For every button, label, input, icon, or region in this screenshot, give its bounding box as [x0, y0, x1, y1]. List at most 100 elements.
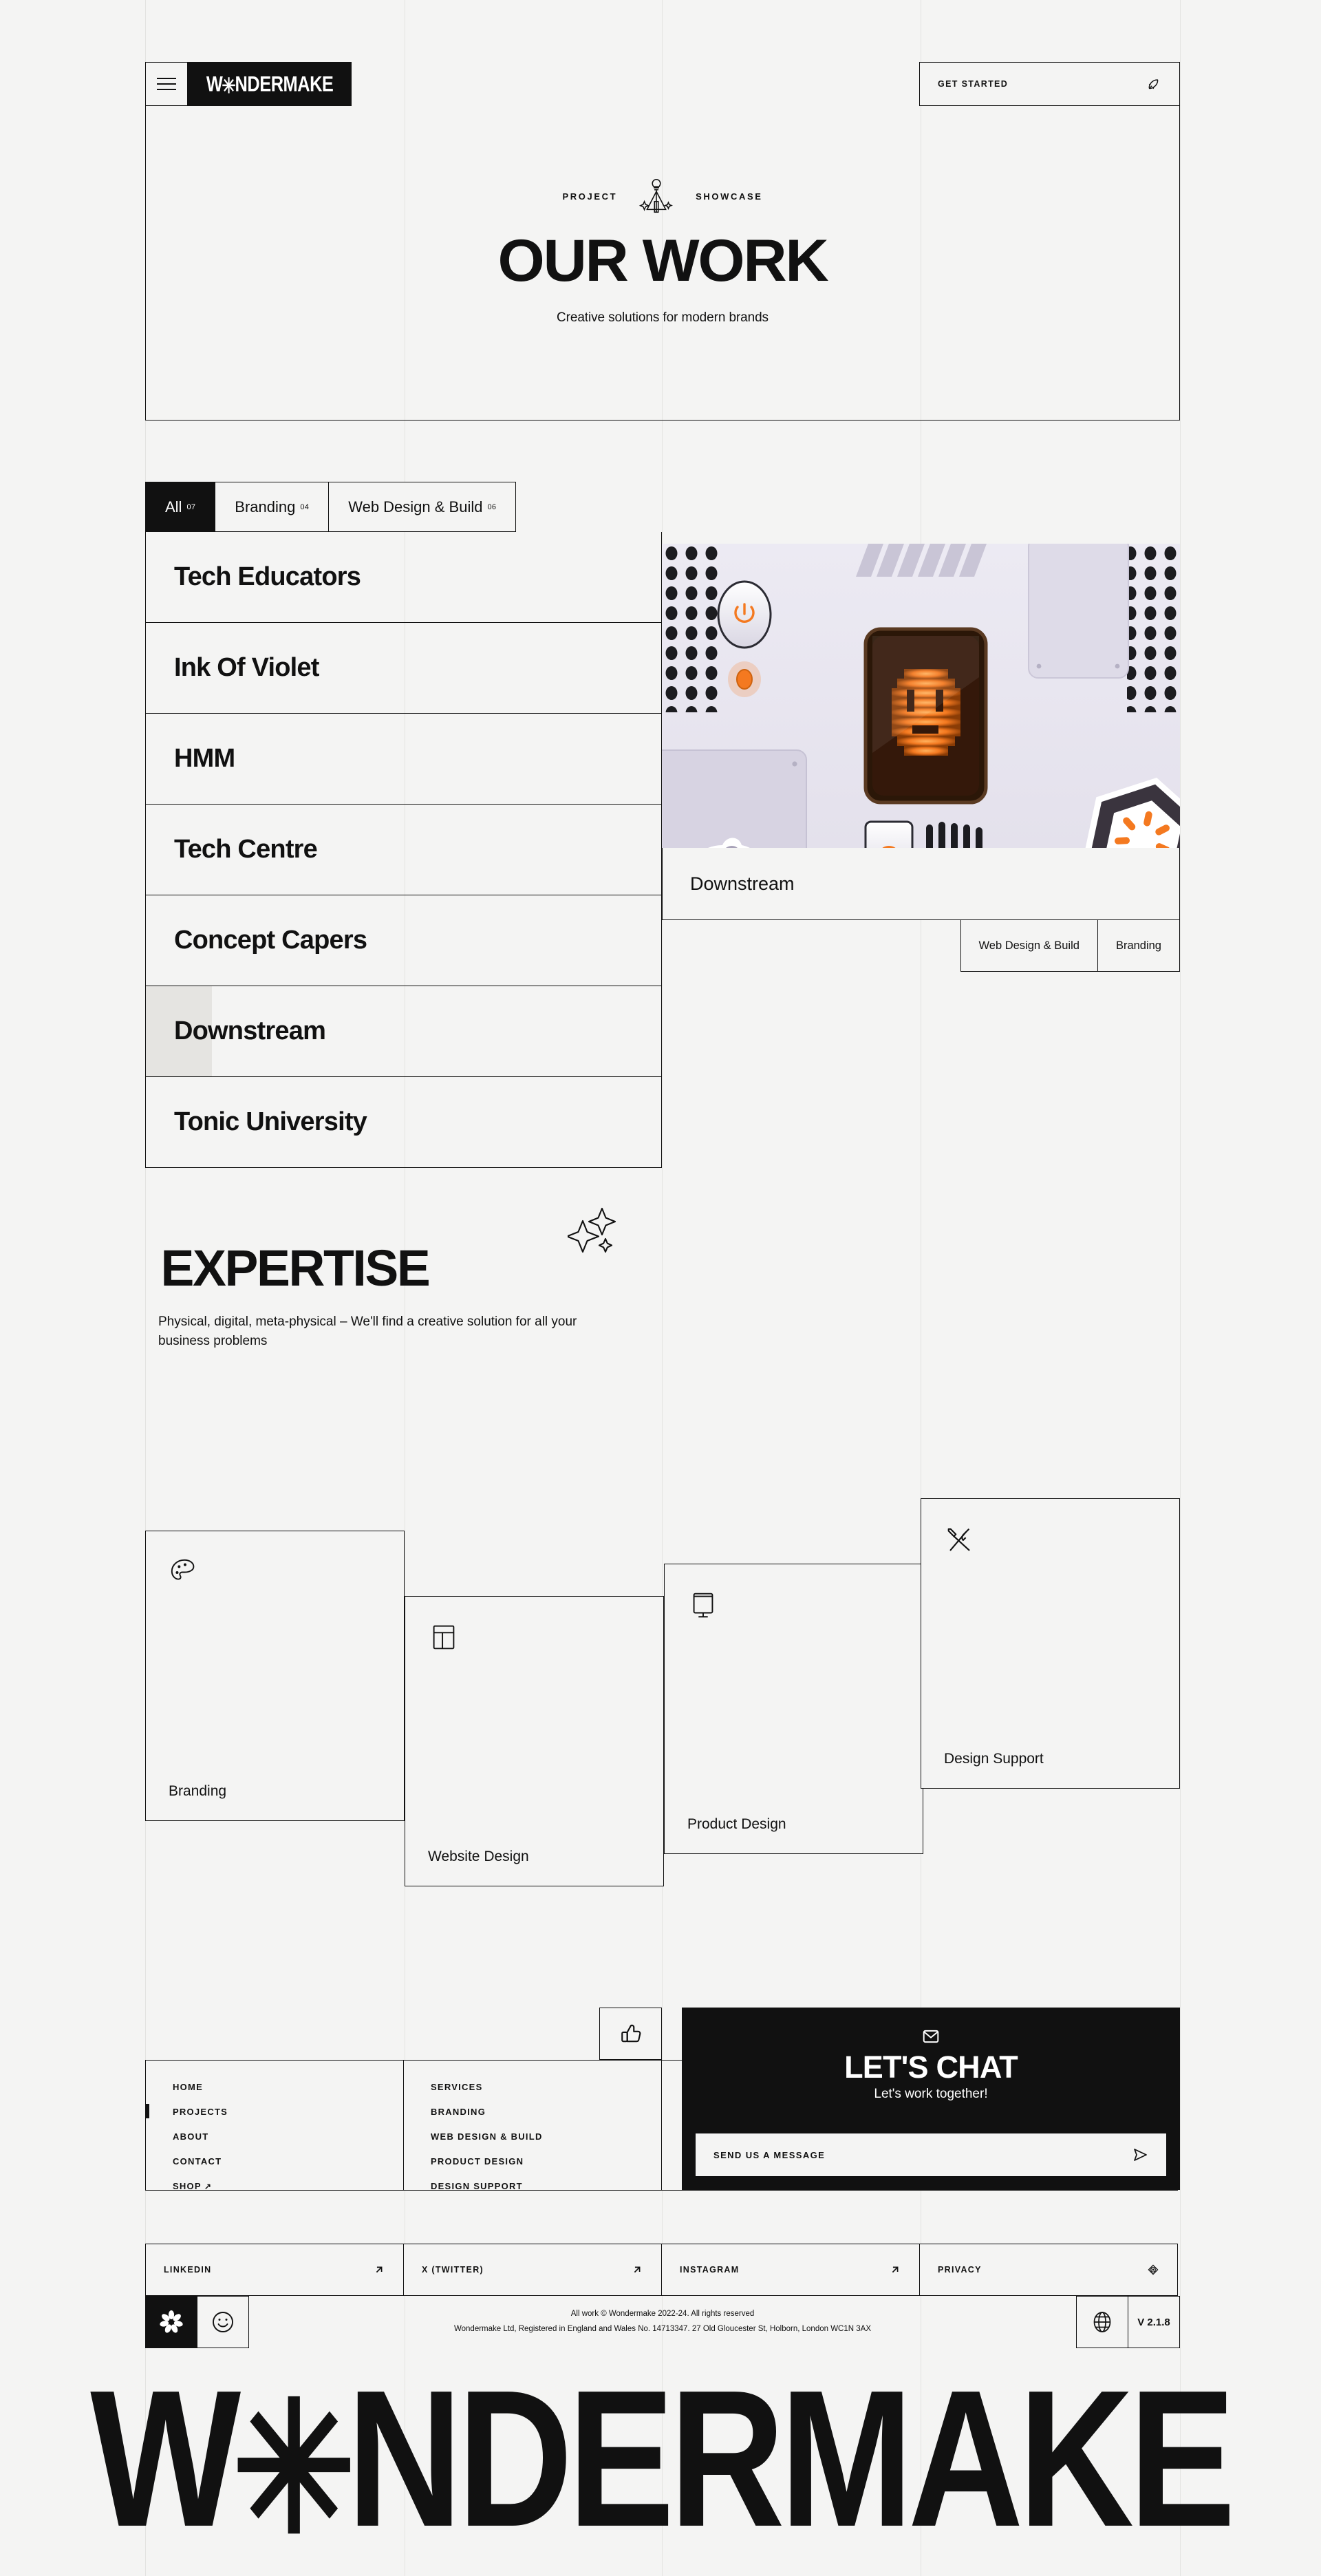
footer-link-services[interactable]: SERVICES [431, 2082, 483, 2092]
social-link-linkedin[interactable]: LINKEDIN [145, 2244, 404, 2296]
project-preview-card[interactable]: Downstream Web Design & Build Branding [662, 544, 1180, 972]
service-card-website-design[interactable]: Website Design [405, 1596, 664, 1886]
project-name: Tech Educators [174, 562, 361, 591]
send-icon [1134, 2149, 1147, 2161]
active-marker [146, 2104, 149, 2118]
hero-section: PROJECT SHOWCASE OUR WORK Creative solut… [145, 106, 1180, 421]
project-row-concept-capers[interactable]: Concept Capers [146, 895, 661, 986]
social-links-row: LINKEDIN X (TWITTER) INSTAGRAM PRIVACY [145, 2244, 1180, 2296]
project-name: Downstream [174, 1016, 326, 1045]
send-message-input[interactable]: SEND US A MESSAGE [696, 2133, 1166, 2176]
footer-link-projects[interactable]: PROJECTS [146, 2104, 228, 2118]
tab-branding[interactable]: Branding 04 [215, 482, 330, 532]
page-root: W ✳ NDERMAKE GET STARTED PROJECT SHOWCAS… [0, 0, 1321, 2576]
service-label-branding: Branding [169, 1783, 227, 1799]
footer-column-services: SERVICES BRANDING WEB DESIGN & BUILD PRO… [403, 2060, 662, 2191]
project-row-downstream[interactable]: Downstream [146, 986, 661, 1077]
hero-eyebrow-left: PROJECT [562, 191, 618, 202]
preview-title: Downstream [662, 848, 1180, 920]
palette-icon [171, 1559, 195, 1580]
send-message-label: SEND US A MESSAGE [713, 2149, 826, 2160]
footer-column-main: HOME PROJECTS ABOUT CONTACT SHOP ↗ [145, 2060, 404, 2191]
envelope-icon [923, 2030, 939, 2043]
chat-subtitle: Let's work together! [874, 2087, 988, 2101]
service-card-product-design[interactable]: Product Design [664, 1564, 923, 1854]
project-preview-image [662, 544, 1180, 848]
footer-link-contact[interactable]: CONTACT [173, 2156, 222, 2167]
privacy-label: PRIVACY [938, 2265, 982, 2275]
social-link-x-twitter[interactable]: X (TWITTER) [403, 2244, 662, 2296]
rocket-icon [1148, 79, 1159, 89]
layout-icon [433, 1625, 455, 1650]
project-list: Tech Educators Ink Of Violet HMM Tech Ce… [145, 532, 662, 1168]
footer-link-branding[interactable]: BRANDING [431, 2107, 486, 2117]
social-label: INSTAGRAM [680, 2265, 740, 2275]
project-row-tech-centre[interactable]: Tech Centre [146, 805, 661, 895]
menu-button[interactable] [145, 62, 188, 106]
footer-link-shop[interactable]: SHOP ↗ [173, 2181, 212, 2191]
hero-subtitle: Creative solutions for modern brands [557, 310, 769, 325]
social-label: LINKEDIN [164, 2265, 212, 2275]
arrow-up-right-icon [892, 2266, 899, 2273]
logo[interactable]: W ✳ NDERMAKE [188, 62, 352, 106]
service-card-branding[interactable]: Branding [145, 1531, 405, 1821]
thumbs-up-icon [621, 2024, 641, 2043]
hero-eyebrow: PROJECT SHOWCASE [146, 175, 1179, 217]
footer-link-about[interactable]: ABOUT [173, 2131, 208, 2142]
hamburger-icon [157, 78, 176, 90]
tab-branding-count: 04 [300, 502, 310, 511]
smiley-icon [213, 2312, 233, 2332]
copyright-line: All work © Wondermake 2022-24. All right… [570, 2310, 755, 2319]
lets-chat-panel: LET'S CHAT Let's work together! SEND US … [682, 2008, 1180, 2190]
eye-icon [1148, 2264, 1159, 2275]
tab-web-design-build[interactable]: Web Design & Build 06 [328, 482, 517, 532]
smiley-button[interactable] [197, 2296, 249, 2348]
expertise-title: EXPERTISE [160, 1239, 431, 1297]
project-name: Concept Capers [174, 926, 367, 955]
project-name: Tonic University [174, 1107, 367, 1136]
footer-wordmark: W✳NDERMAKE [0, 2361, 1321, 2558]
service-label-product-design: Product Design [687, 1816, 786, 1832]
tab-branding-label: Branding [235, 498, 296, 515]
asterisk-button[interactable] [145, 2296, 197, 2348]
footer-link-web-design-build[interactable]: WEB DESIGN & BUILD [431, 2131, 543, 2142]
footer-link-home[interactable]: HOME [173, 2082, 203, 2092]
project-name: HMM [174, 744, 235, 773]
arrow-up-right-icon [634, 2266, 641, 2273]
tools-icon [947, 1528, 970, 1551]
social-label: X (TWITTER) [422, 2265, 484, 2275]
monitor-icon [693, 1593, 713, 1618]
legal-text: All work © Wondermake 2022-24. All right… [249, 2296, 1076, 2348]
machine-panel-illustration [662, 544, 1180, 848]
project-row-hmm[interactable]: HMM [146, 714, 661, 805]
social-link-instagram[interactable]: INSTAGRAM [661, 2244, 920, 2296]
footer-link-design-support[interactable]: DESIGN SUPPORT [431, 2181, 523, 2191]
language-button[interactable] [1076, 2296, 1128, 2348]
arrow-up-right-icon [376, 2266, 383, 2273]
legal-bar: All work © Wondermake 2022-24. All right… [145, 2296, 1180, 2348]
footer-link-product-design[interactable]: PRODUCT DESIGN [431, 2156, 524, 2167]
wordmark-prefix: W [90, 2350, 241, 2568]
thumbs-up-button[interactable] [599, 2008, 662, 2060]
preview-tag-branding[interactable]: Branding [1097, 919, 1180, 972]
service-card-design-support[interactable]: Design Support [921, 1498, 1180, 1789]
get-started-label: GET STARTED [938, 79, 1009, 89]
preview-tag-web[interactable]: Web Design & Build [960, 919, 1098, 972]
get-started-button[interactable]: GET STARTED [919, 62, 1180, 106]
project-row-tech-educators[interactable]: Tech Educators [146, 532, 661, 623]
service-label-website-design: Website Design [428, 1849, 529, 1864]
project-row-tonic-university[interactable]: Tonic University [146, 1077, 661, 1168]
project-name: Ink Of Violet [174, 653, 319, 682]
filter-tabs: All 07 Branding 04 Web Design & Build 06 [145, 482, 517, 532]
asterisk-icon [160, 2310, 183, 2333]
hero-eyebrow-right: SHOWCASE [696, 191, 763, 202]
version-badge: V 2.1.8 [1128, 2296, 1180, 2348]
globe-icon [1093, 2312, 1111, 2332]
tab-all[interactable]: All 07 [145, 482, 216, 532]
page-title: OUR WORK [497, 228, 828, 294]
privacy-link[interactable]: PRIVACY [919, 2244, 1178, 2296]
project-row-ink-of-violet[interactable]: Ink Of Violet [146, 623, 661, 714]
tab-web-label: Web Design & Build [348, 498, 483, 515]
expertise-section: EXPERTISE Physical, digital, meta-physic… [158, 1207, 640, 1350]
site-header: W ✳ NDERMAKE GET STARTED [145, 62, 1180, 106]
